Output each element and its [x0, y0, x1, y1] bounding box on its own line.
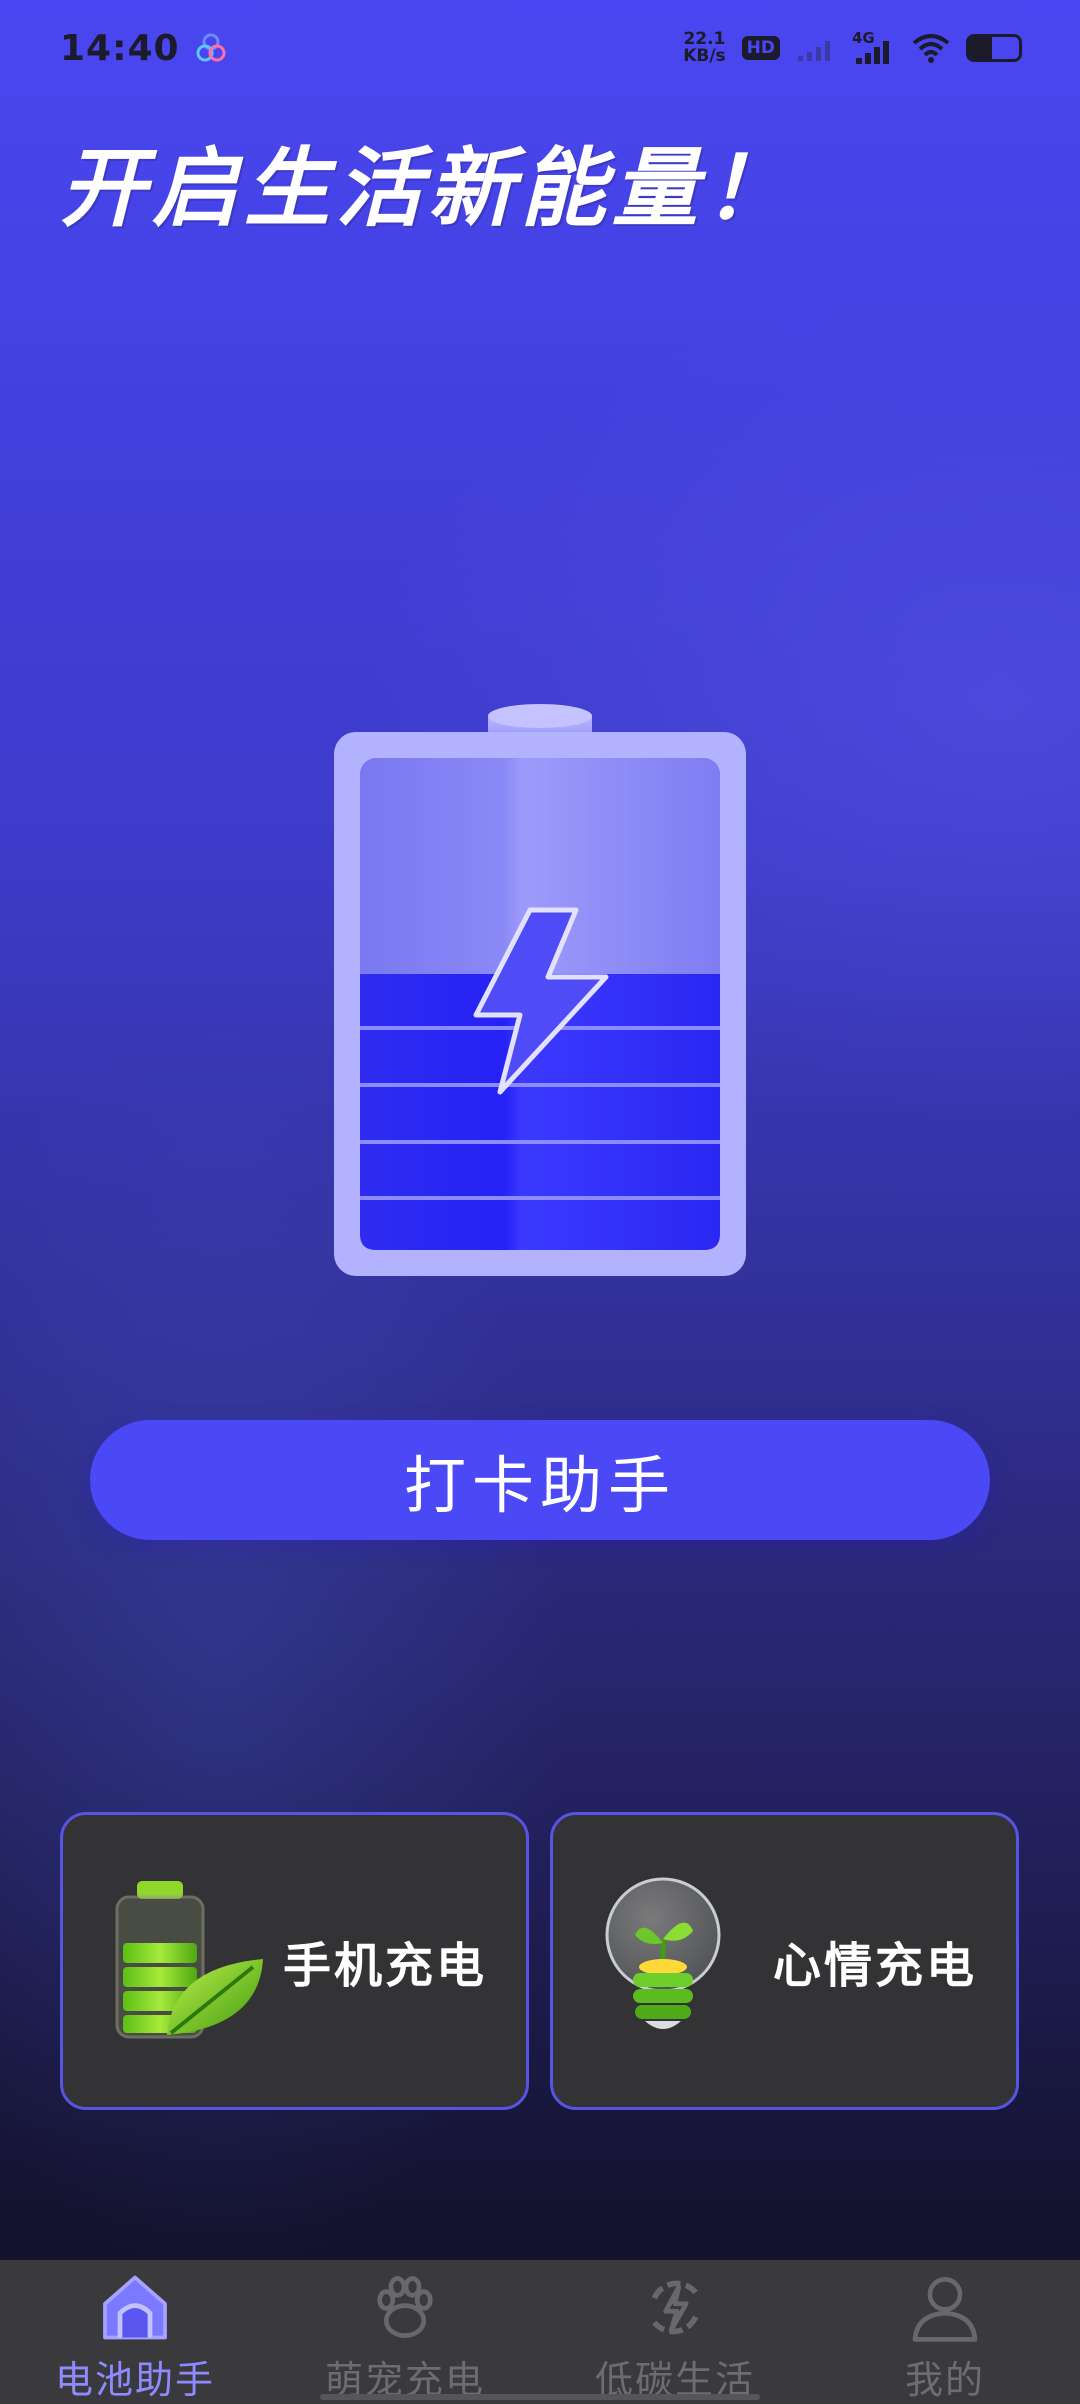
battery-leaf-icon	[115, 1881, 263, 2039]
status-right: 22.1 KB/s HD 4G	[683, 29, 1022, 65]
nav-label-battery-assistant: 电池助手	[54, 2358, 215, 2402]
user-icon	[912, 2277, 978, 2342]
wifi-icon	[912, 34, 950, 63]
phone-charging-label: 手机充电	[283, 1938, 488, 1994]
status-left: 14:40	[60, 28, 228, 69]
lightbulb-plant-icon	[605, 1877, 721, 2029]
app-notification-icon	[196, 33, 226, 62]
network-speed-unit: KB/s	[683, 46, 726, 66]
home-icon	[103, 2275, 167, 2340]
home-indicator[interactable]	[320, 2394, 760, 2400]
battery-charging-illustration	[334, 704, 746, 1276]
nav-item-mine[interactable]: 我的	[810, 2260, 1080, 2404]
page-title: 开启生活新能量！	[60, 139, 796, 239]
mood-charging-card[interactable]: 心情充电	[550, 1812, 1019, 2110]
signal-strong-icon	[856, 41, 889, 64]
checkin-assistant-button[interactable]: 打卡助手	[90, 1420, 990, 1540]
bottom-nav: 电池助手 萌宠充电 低碳生活 我的	[0, 2260, 1080, 2404]
status-time: 14:40	[60, 27, 180, 69]
nav-label-mine: 我的	[904, 2358, 985, 2402]
battery-status-icon	[966, 34, 1022, 62]
signal-weak-icon	[798, 41, 830, 61]
paw-icon	[377, 2276, 433, 2338]
nav-item-low-carbon[interactable]: 低碳生活	[540, 2260, 810, 2404]
signal-4g: 4G	[852, 29, 896, 65]
mood-charging-label: 心情充电	[773, 1938, 978, 1994]
nav-item-pet-charging[interactable]: 萌宠充电	[270, 2260, 540, 2404]
phone-charging-card[interactable]: 手机充电	[60, 1812, 529, 2110]
network-speed: 22.1 KB/s	[683, 31, 725, 65]
status-bar: 14:40 22.1 KB/s HD 4G	[0, 0, 1080, 96]
nav-item-battery-assistant[interactable]: 电池助手	[0, 2260, 270, 2404]
hd-badge: HD	[741, 36, 780, 60]
recycle-bolt-icon	[651, 2280, 699, 2335]
